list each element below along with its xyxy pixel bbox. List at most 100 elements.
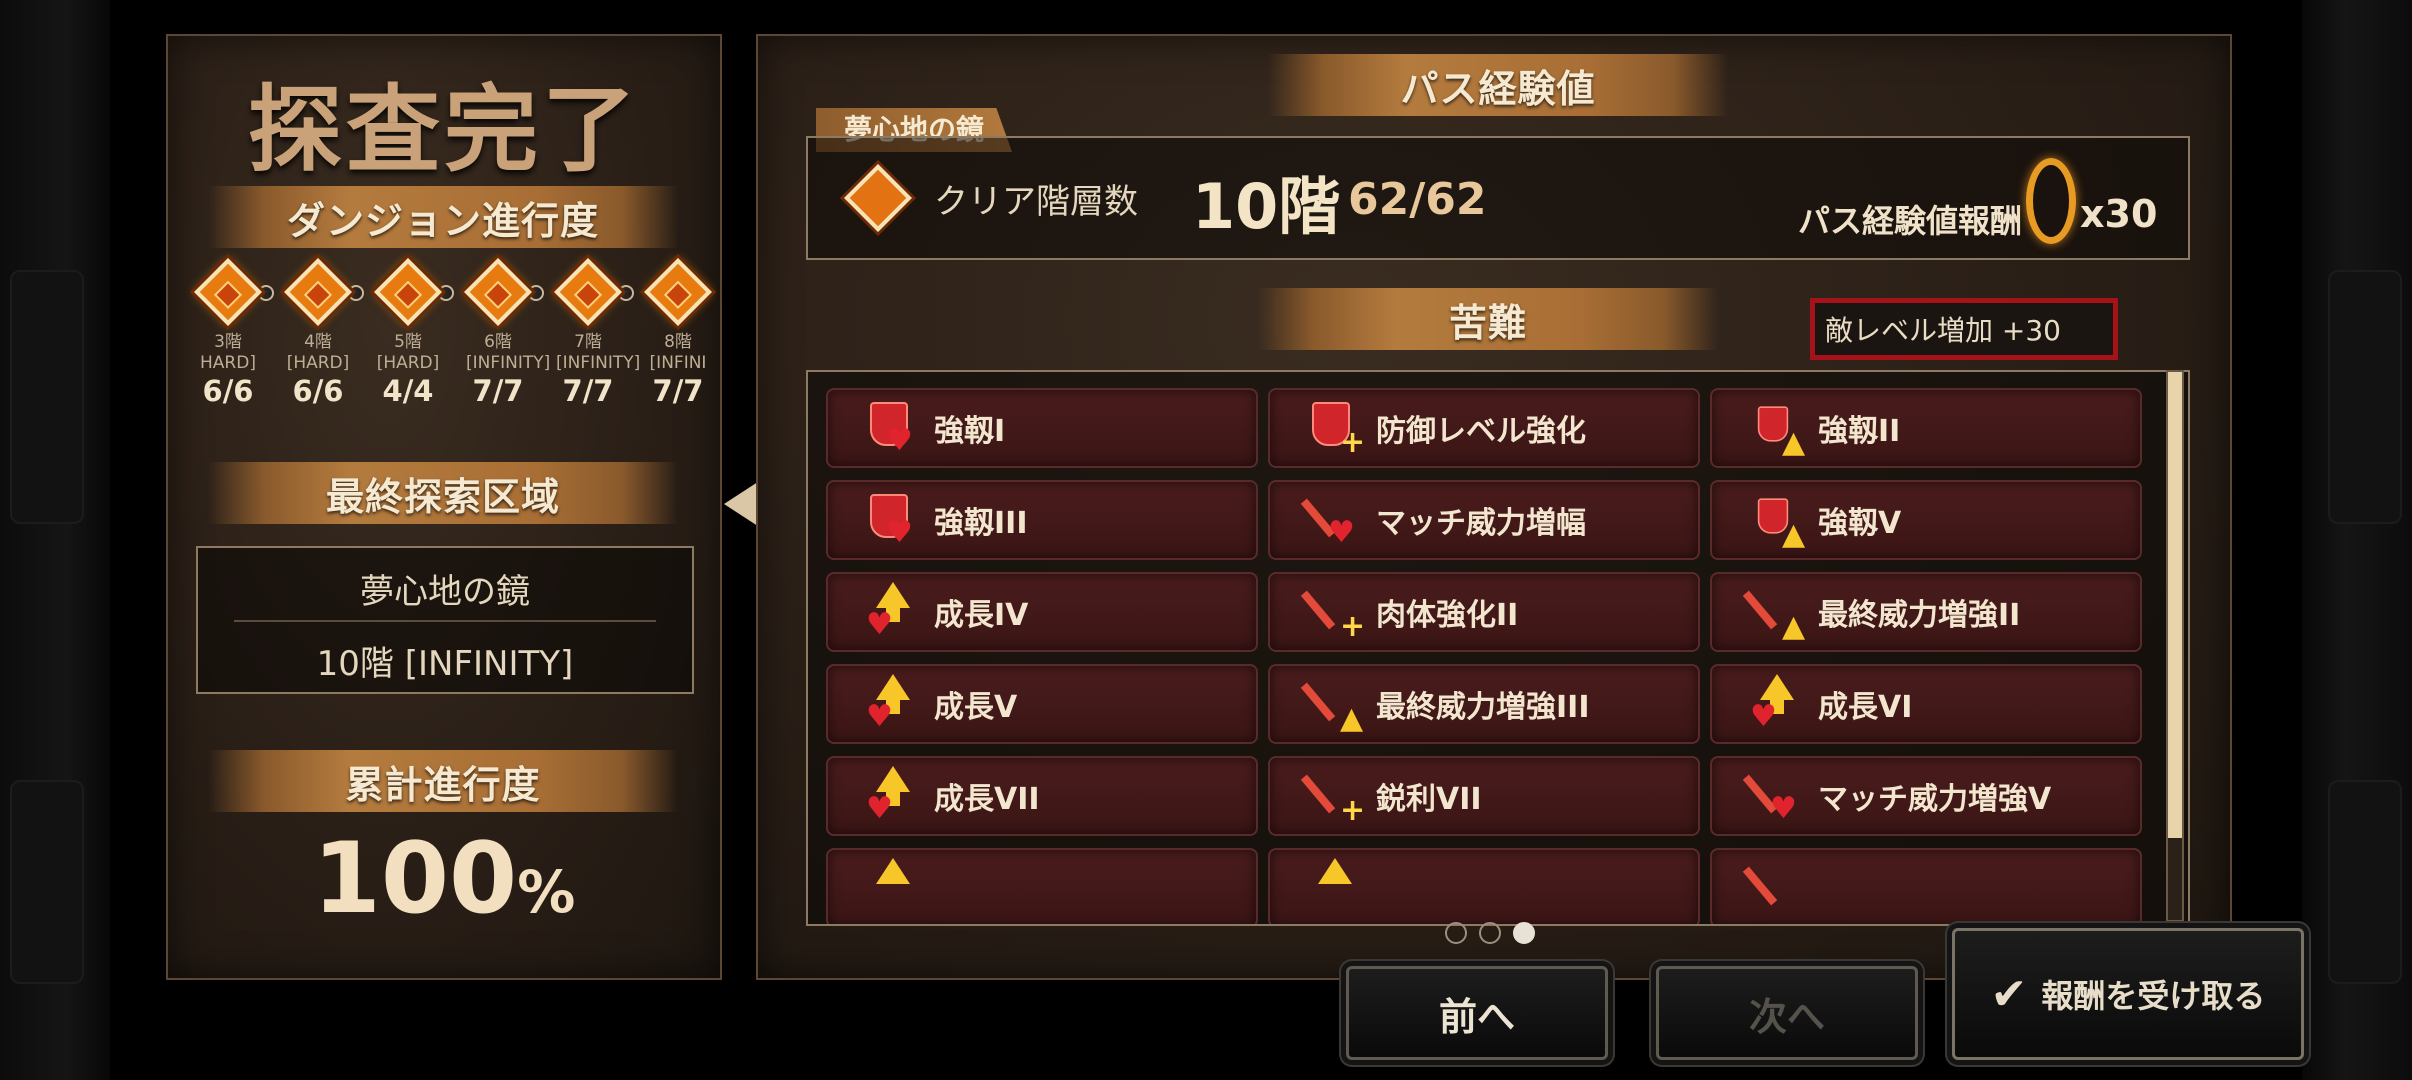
frame-ornament <box>10 270 84 524</box>
total-progress-unit: % <box>517 858 576 926</box>
hardship-item-label: 強靱II <box>1818 414 1901 449</box>
hardship-item-label: 成長V <box>934 690 1018 725</box>
hardship-item-partial[interactable] <box>1268 848 1700 924</box>
hardship-item[interactable]: ♥ マッチ威力増幅 <box>1268 480 1700 560</box>
hardship-item[interactable]: ▲ 強靱II <box>1710 388 2142 468</box>
floor-node: 5階 [HARD] 4/4 <box>374 256 442 408</box>
hardship-item-label: 鋭利VII <box>1376 782 1482 817</box>
hardship-item[interactable]: ♥ 強靱I <box>826 388 1258 468</box>
up-heart-icon: ♥ <box>864 674 924 734</box>
sword-heart-icon: ♥ <box>1300 490 1366 550</box>
hardship-item[interactable]: + 肉体強化II <box>1268 572 1700 652</box>
floor-mode: [INFINITY] <box>466 353 551 373</box>
hardship-item-partial[interactable] <box>1710 848 2142 924</box>
page-dot-3[interactable] <box>1513 922 1535 944</box>
floor-diamond-icon <box>554 258 622 326</box>
page-title: 探査完了 <box>247 76 640 185</box>
floor-count: 7/7 <box>562 374 614 408</box>
floor-label: 3階 <box>214 332 242 352</box>
hardship-item-label: 防御レベル強化 <box>1376 414 1586 449</box>
hardship-item[interactable]: ♥ 成長VII <box>826 756 1258 836</box>
floor-label: 8階 <box>664 332 692 352</box>
dungeon-progress-heading: ダンジョン進行度 <box>208 186 678 248</box>
shield-plus-icon: + <box>1306 398 1366 458</box>
shield-up-icon: ▲ <box>1748 398 1808 458</box>
final-area-box: 夢心地の鏡 10階 [INFINITY] <box>196 546 694 694</box>
sword-plus-icon <box>1742 858 1808 918</box>
floor-mode: [INFINITY] <box>556 353 641 373</box>
hardship-item-label: 肉体強化II <box>1376 598 1519 633</box>
hardship-item[interactable]: ♥ マッチ威力増強V <box>1710 756 2142 836</box>
shield-up-icon: ▲ <box>1748 490 1808 550</box>
prev-button[interactable]: 前へ <box>1346 966 1608 1060</box>
hardship-item-label: 強靱V <box>1818 506 1902 541</box>
frame-ornament <box>2328 270 2402 524</box>
pass-exp-panel: パス経験値 夢心地の鏡 クリア階層数 10階 62/62 パス経験値報酬 x30… <box>756 34 2232 980</box>
floor-diamond-icon <box>194 258 262 326</box>
floor-count: 6/6 <box>292 374 344 408</box>
final-area-name: 夢心地の鏡 <box>360 572 530 612</box>
up-heart-icon: ♥ <box>864 582 924 642</box>
floor-diamond-icon <box>644 258 712 326</box>
hardship-item-label: 強靱I <box>934 414 1006 449</box>
reward-multiplier: x30 <box>2080 192 2158 236</box>
pass-exp-heading: パス経験値 <box>1268 54 1728 116</box>
frame-ornament <box>10 780 84 984</box>
hardship-item[interactable]: ▲ 最終威力増強II <box>1710 572 2142 652</box>
shield-heart-icon: ♥ <box>864 398 924 458</box>
hardship-item-label: 最終威力増強II <box>1818 598 2021 633</box>
up-heart-icon: ♥ <box>1748 674 1808 734</box>
floor-mode: [HARD] <box>286 353 350 373</box>
floor-label: 4階 <box>304 332 332 352</box>
hardship-item[interactable]: + 鋭利VII <box>1268 756 1700 836</box>
floor-count: 7/7 <box>652 374 704 408</box>
total-progress-number: 100 <box>312 822 518 936</box>
floor-label: 5階 <box>394 332 422 352</box>
final-area-floor: 10階 [INFINITY] <box>316 644 574 684</box>
hardship-heading: 苦難 <box>1258 288 1718 350</box>
hardship-item-label: 成長VII <box>934 782 1040 817</box>
page-dot-1[interactable] <box>1445 922 1467 944</box>
frame-ornament <box>2328 780 2402 984</box>
total-progress-heading: 累計進行度 <box>208 750 678 812</box>
sword-up-icon: ▲ <box>1742 582 1808 642</box>
hardship-item[interactable]: ▲ 強靱V <box>1710 480 2142 560</box>
floor-node: 7階 [INFINITY] 7/7 <box>554 256 641 408</box>
clear-floor-value: 10階 <box>1192 170 1341 243</box>
summary-panel: 探査完了 ダンジョン進行度 3階 HARD] 6/6 4階 [HARD] 6/6… <box>166 34 722 980</box>
hardship-item-label: 強靱III <box>934 506 1028 541</box>
checkmark-icon: ✔ <box>1990 968 2028 1020</box>
scrollbar-thumb[interactable] <box>2168 372 2182 838</box>
reward-label: パス経験値報酬 <box>1798 202 2023 240</box>
page-dot-2[interactable] <box>1479 922 1501 944</box>
clear-floor-label: クリア階層数 <box>934 182 1138 222</box>
hardship-item[interactable]: + 防御レベル強化 <box>1268 388 1700 468</box>
floor-diamond-icon <box>374 258 442 326</box>
floor-mode: HARD] <box>200 353 256 373</box>
hardship-item-label: マッチ威力増幅 <box>1376 506 1586 541</box>
hardship-item[interactable]: ▲ 最終威力増強III <box>1268 664 1700 744</box>
floor-label: 6階 <box>484 332 512 352</box>
up-heart-icon <box>1306 858 1366 918</box>
hardship-item[interactable]: ♥ 成長VI <box>1710 664 2142 744</box>
clear-info-box: クリア階層数 10階 62/62 パス経験値報酬 x30 <box>806 136 2190 260</box>
hardship-list[interactable]: ♥ 強靱I + 防御レベル強化 ▲ 強靱II ♥ 強靱III ♥ マッチ威力増幅… <box>806 370 2190 926</box>
claim-reward-label: 報酬を受け取る <box>2041 977 2266 1015</box>
hardship-scrollbar[interactable] <box>2166 370 2184 922</box>
floor-node: 6階 [INFINITY] 7/7 <box>464 256 551 408</box>
hardship-item[interactable]: ♥ 成長V <box>826 664 1258 744</box>
floor-diamond-icon <box>284 258 352 326</box>
hardship-item[interactable]: ♥ 強靱III <box>826 480 1258 560</box>
up-heart-icon <box>864 858 924 918</box>
next-button[interactable]: 次へ <box>1656 966 1918 1060</box>
hardship-item[interactable]: ♥ 成長IV <box>826 572 1258 652</box>
floor-node: 3階 HARD] 6/6 <box>194 256 262 408</box>
hardship-item-partial[interactable] <box>826 848 1258 924</box>
hardship-item-label: 成長IV <box>934 598 1029 633</box>
up-heart-icon: ♥ <box>864 766 924 826</box>
floor-node: 8階 [INFINI 7/7 <box>644 256 712 408</box>
claim-reward-button[interactable]: ✔ 報酬を受け取る <box>1952 928 2304 1060</box>
floor-diamond-icon <box>464 258 532 326</box>
enemy-level-badge: 敵レベル増加 +30 <box>1810 298 2118 360</box>
sword-up-icon: ▲ <box>1300 674 1366 734</box>
